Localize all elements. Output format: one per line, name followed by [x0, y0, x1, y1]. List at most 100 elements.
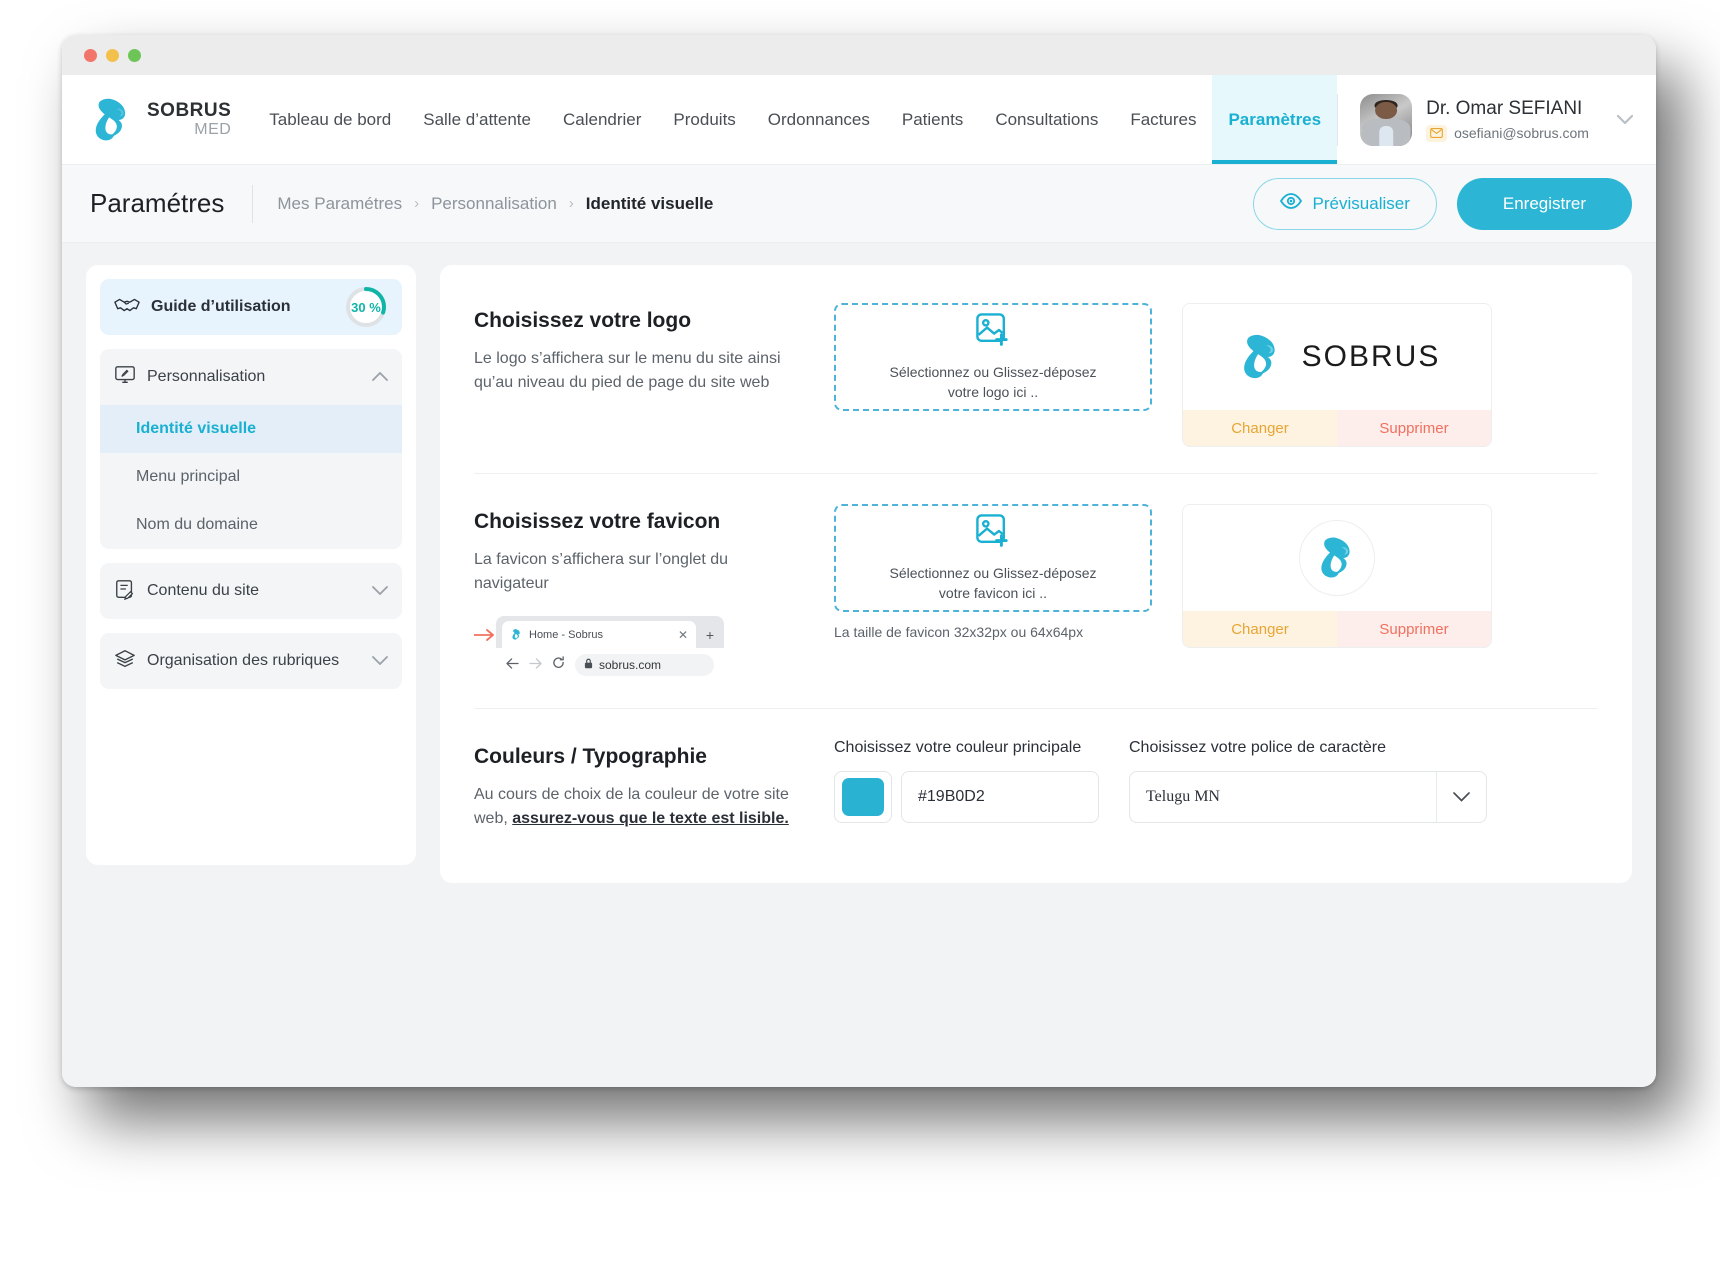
logo-preview-card: SOBRUS Changer Supprimer [1182, 303, 1492, 447]
layers-icon [114, 648, 136, 675]
arrow-left-icon[interactable] [506, 656, 519, 674]
sidebar-item-identite-visuelle[interactable]: Identité visuelle [100, 405, 402, 453]
logo-change-button[interactable]: Changer [1183, 410, 1337, 446]
color-field-label: Choisissez votre couleur principale [834, 739, 1082, 756]
favicon-change-button[interactable]: Changer [1183, 611, 1337, 647]
color-swatch [842, 778, 884, 816]
chevron-down-icon[interactable] [372, 652, 388, 670]
color-hex-input[interactable] [901, 771, 1099, 823]
favicon-dropzone-wrap: Sélectionnez ou Glissez-déposez votre fa… [834, 504, 1152, 640]
brand-logo-block[interactable]: SOBRUS MED [62, 75, 253, 164]
sidebar-item-guide-label: Guide d’utilisation [151, 298, 291, 315]
favicon-dropzone-text: Sélectionnez ou Glissez-déposez votre fa… [889, 563, 1096, 604]
chevron-down-icon[interactable] [1616, 111, 1634, 129]
sidebar-group-header-contenu-du-site[interactable]: Contenu du site [100, 563, 402, 619]
colors-description-emphasis: assurez-vous que le texte est lisible. [512, 810, 789, 827]
chevron-down-icon[interactable] [372, 582, 388, 600]
chevron-up-icon[interactable] [372, 368, 388, 386]
preview-button[interactable]: Prévisualiser [1252, 177, 1437, 230]
top-navbar: SOBRUS MED Tableau de bord Salle d’atten… [62, 75, 1656, 165]
favicon-section: Choisissez votre favicon La favicon s’af… [473, 473, 1598, 708]
favicon-dropzone[interactable]: Sélectionnez ou Glissez-déposez votre fa… [834, 504, 1152, 612]
brand-subtitle: MED [194, 121, 232, 138]
color-swatch-button[interactable] [834, 771, 892, 823]
nav-item-tableau-de-bord[interactable]: Tableau de bord [253, 75, 407, 164]
user-email-row: osefiani@sobrus.com [1426, 125, 1589, 143]
document-edit-icon [114, 578, 136, 605]
user-menu[interactable]: Dr. Omar SEFIANI osefiani@sobrus.com [1337, 75, 1656, 164]
monitor-brush-icon [114, 364, 136, 391]
nav-item-calendrier[interactable]: Calendrier [547, 75, 657, 164]
brand-text: SOBRUS MED [147, 101, 231, 138]
breadcrumb-item-personnalisation[interactable]: Personnalisation [431, 194, 557, 214]
preview-button-label: Prévisualiser [1312, 193, 1410, 213]
user-divider [1337, 93, 1339, 146]
browser-tab[interactable]: Home - Sobrus ✕ [502, 621, 696, 648]
close-icon[interactable]: ✕ [678, 628, 688, 642]
sidebar-item-menu-principal[interactable]: Menu principal [100, 453, 402, 501]
nav-item-produits[interactable]: Produits [657, 75, 751, 164]
nav-item-ordonnances[interactable]: Ordonnances [752, 75, 886, 164]
colors-section-description: Au cours de choix de la couleur de votre… [474, 783, 804, 831]
window-close-button[interactable] [84, 48, 97, 62]
favicon-preview-image [1183, 505, 1491, 611]
chevron-down-icon[interactable] [1436, 772, 1486, 822]
favicon-preview-card: Changer Supprimer [1182, 504, 1492, 648]
sidebar-item-guide-utilisation[interactable]: Guide d’utilisation 30 % [100, 279, 402, 335]
breadcrumb-item-identite-visuelle[interactable]: Identité visuelle [586, 194, 714, 214]
sidebar-group-label-organisation: Organisation des rubriques [147, 652, 340, 669]
nav-item-factures[interactable]: Factures [1114, 75, 1212, 164]
font-field-label: Choisissez votre police de caractère [1129, 739, 1387, 756]
favicon-delete-button[interactable]: Supprimer [1337, 611, 1491, 647]
sobrus-swan-icon [1321, 537, 1350, 578]
logo-section-title: Choisissez votre logo [474, 309, 692, 332]
sidebar: Guide d’utilisation 30 % Personnalisatio… [86, 265, 416, 865]
browser-url-text: sobrus.com [599, 658, 662, 672]
logo-section: Choisissez votre logo Le logo s’afficher… [474, 291, 1598, 473]
page-body: Guide d’utilisation 30 % Personnalisatio… [62, 243, 1656, 1087]
favicon-preview-actions: Changer Supprimer [1183, 611, 1491, 647]
breadcrumb-item-mes-parametres[interactable]: Mes Paramétres [277, 194, 402, 214]
handshake-icon [114, 295, 140, 320]
browser-tabbar: Home - Sobrus ✕ + [496, 616, 724, 648]
guide-progress-label: 30 % [351, 299, 381, 315]
nav-item-patients[interactable]: Patients [886, 75, 979, 164]
sobrus-swan-logo-icon [95, 98, 126, 140]
favicon-size-note: La taille de favicon 32x32px ou 64x64px [834, 624, 1084, 640]
plus-icon[interactable]: + [696, 627, 724, 648]
logo-dropzone[interactable]: Sélectionnez ou Glissez-déposez votre lo… [834, 303, 1152, 411]
logo-dropzone-wrap: Sélectionnez ou Glissez-déposez votre lo… [834, 303, 1152, 411]
favicon-dropzone-line1: Sélectionnez ou Glissez-déposez [889, 564, 1097, 581]
page-title: Paramétres [90, 188, 225, 218]
sidebar-group-label-personnalisation: Personnalisation [147, 368, 266, 385]
nav-item-salle-dattente[interactable]: Salle d’attente [407, 75, 547, 164]
browser-url-pill[interactable]: sobrus.com [575, 654, 714, 676]
favicon-section-text: Choisissez votre favicon La favicon s’af… [473, 504, 804, 682]
font-select[interactable]: Telugu MN [1129, 771, 1487, 823]
sidebar-group-header-organisation[interactable]: Organisation des rubriques [100, 633, 402, 689]
arrow-right-icon[interactable] [529, 656, 542, 674]
colors-section-title: Couleurs / Typographie [474, 745, 707, 768]
app-window: SOBRUS MED Tableau de bord Salle d’atten… [62, 35, 1656, 1087]
window-maximize-button[interactable] [128, 48, 141, 62]
sidebar-group-header-personnalisation[interactable]: Personnalisation [100, 349, 402, 405]
browser-mockup: Home - Sobrus ✕ + sobrus.com [473, 616, 724, 682]
nav-links: Tableau de bord Salle d’attente Calendri… [253, 75, 1338, 164]
logo-preview-wordmark: SOBRUS [1301, 340, 1441, 373]
window-minimize-button[interactable] [106, 48, 119, 62]
sidebar-item-nom-du-domaine[interactable]: Nom du domaine [100, 501, 402, 549]
nav-item-consultations[interactable]: Consultations [979, 75, 1114, 164]
image-add-icon [975, 513, 1011, 554]
color-field-row [834, 771, 1099, 823]
brand-name: SOBRUS [147, 100, 232, 121]
logo-delete-button[interactable]: Supprimer [1337, 410, 1491, 446]
breadcrumb-separator: › [568, 195, 574, 212]
image-add-icon [975, 312, 1011, 353]
nav-item-parametres[interactable]: Paramètres [1212, 75, 1338, 164]
reload-icon[interactable] [552, 656, 565, 674]
logo-dropzone-line1: Sélectionnez ou Glissez-déposez [889, 363, 1097, 380]
lock-icon [584, 658, 593, 672]
save-button[interactable]: Enregistrer [1456, 177, 1632, 230]
logo-preview-actions: Changer Supprimer [1183, 410, 1491, 446]
color-field: Choisissez votre couleur principale [834, 739, 1099, 823]
